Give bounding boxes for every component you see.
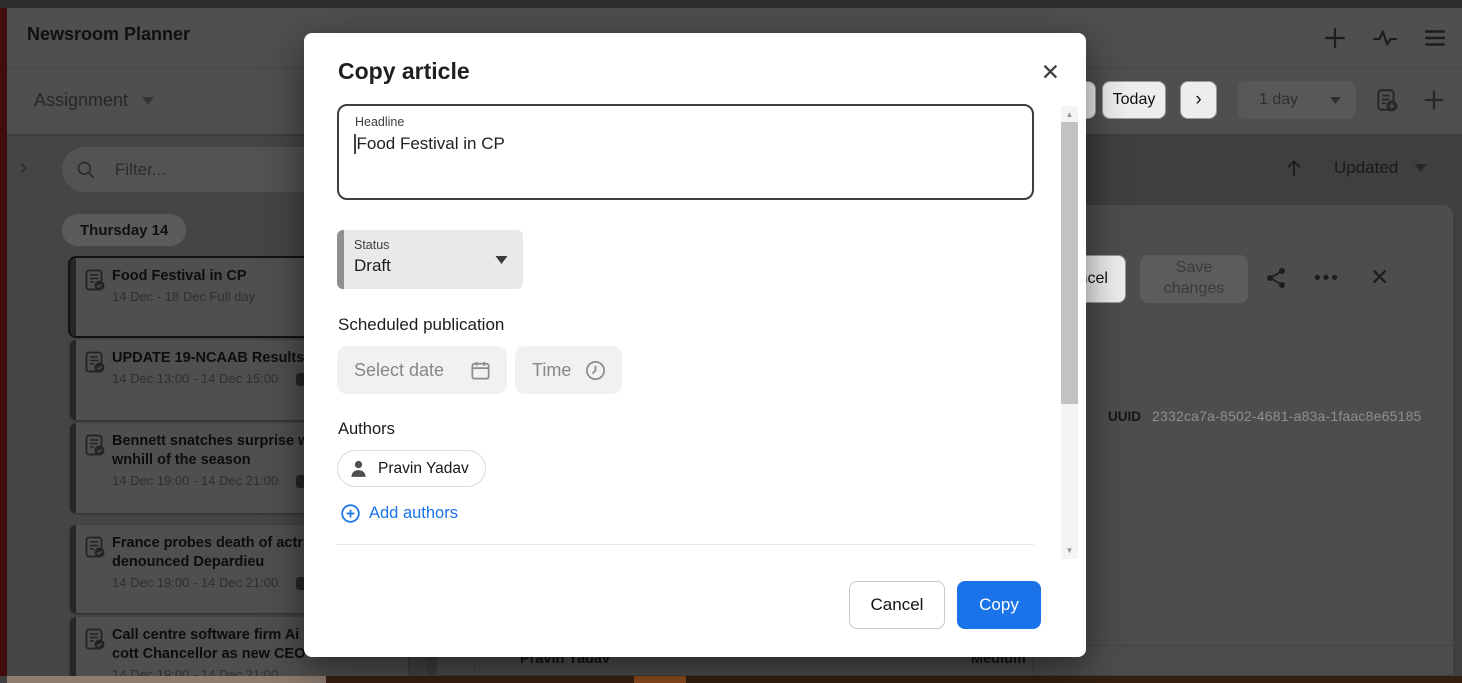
copy-article-dialog: Copy article ✕ Headline Food Festival in… bbox=[304, 33, 1086, 657]
close-icon[interactable]: ✕ bbox=[1041, 59, 1060, 85]
status-value: Draft bbox=[354, 256, 391, 276]
select-time-placeholder: Time bbox=[532, 360, 571, 381]
status-select[interactable]: Status Draft bbox=[337, 230, 523, 289]
select-date-placeholder: Select date bbox=[354, 360, 444, 381]
scrollbar-thumb[interactable] bbox=[1061, 122, 1078, 404]
headline-label: Headline bbox=[355, 115, 404, 129]
author-chip-label: Pravin Yadav bbox=[378, 460, 469, 478]
headline-value: Food Festival in CP bbox=[354, 134, 505, 154]
author-chip[interactable]: Pravin Yadav bbox=[337, 450, 486, 487]
text-cursor bbox=[354, 134, 356, 154]
copy-button-label: Copy bbox=[979, 595, 1019, 615]
cancel-button-label: Cancel bbox=[871, 595, 924, 615]
dialog-title: Copy article bbox=[338, 58, 470, 85]
status-accent-bar bbox=[337, 230, 344, 289]
modal-scrollbar[interactable]: ▲ ▼ bbox=[1061, 106, 1078, 559]
person-icon bbox=[348, 458, 369, 479]
calendar-icon bbox=[469, 359, 492, 382]
add-authors-label: Add authors bbox=[369, 504, 458, 523]
divider bbox=[337, 544, 1034, 545]
cancel-button[interactable]: Cancel bbox=[849, 581, 945, 629]
authors-label: Authors bbox=[338, 420, 395, 439]
scroll-down-icon[interactable]: ▼ bbox=[1061, 546, 1078, 555]
newsroom-planner-app: Newsroom Planner Assignment Today › 1 da… bbox=[0, 0, 1462, 683]
scheduled-publication-label: Scheduled publication bbox=[338, 315, 504, 335]
add-authors-link[interactable]: Add authors bbox=[340, 503, 458, 524]
status-label: Status bbox=[354, 238, 389, 252]
headline-input[interactable]: Headline Food Festival in CP bbox=[337, 104, 1034, 200]
copy-button[interactable]: Copy bbox=[957, 581, 1041, 629]
select-time-button[interactable]: Time bbox=[515, 346, 622, 394]
clock-icon bbox=[584, 359, 607, 382]
select-date-button[interactable]: Select date bbox=[337, 346, 507, 394]
scroll-up-icon[interactable]: ▲ bbox=[1061, 110, 1078, 119]
add-circle-icon bbox=[340, 503, 361, 524]
chevron-down-icon bbox=[495, 256, 508, 264]
